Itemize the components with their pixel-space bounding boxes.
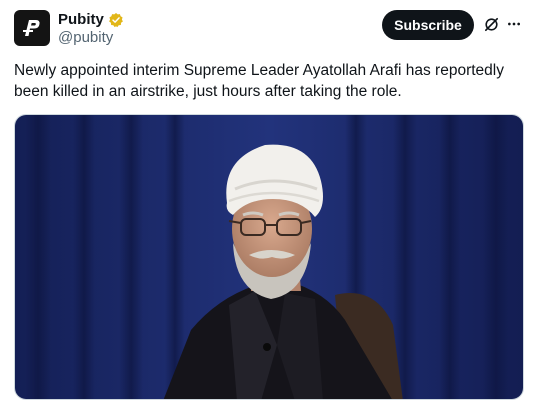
author-avatar[interactable]: [14, 10, 50, 46]
pubity-logo-icon: [23, 20, 40, 36]
more-icon[interactable]: [506, 16, 522, 32]
tweet-text: Newly appointed interim Supreme Leader A…: [14, 62, 504, 100]
author-display-name[interactable]: Pubity: [58, 11, 104, 28]
subscribe-button[interactable]: Subscribe: [382, 10, 474, 40]
author-handle[interactable]: @pubity: [58, 29, 113, 46]
grok-icon[interactable]: [483, 16, 500, 33]
author-name-row: Pubity: [58, 11, 124, 28]
verified-badge-icon: [108, 12, 123, 27]
cleric-portrait-image: [15, 115, 523, 399]
tweet-media-image[interactable]: [14, 114, 524, 400]
